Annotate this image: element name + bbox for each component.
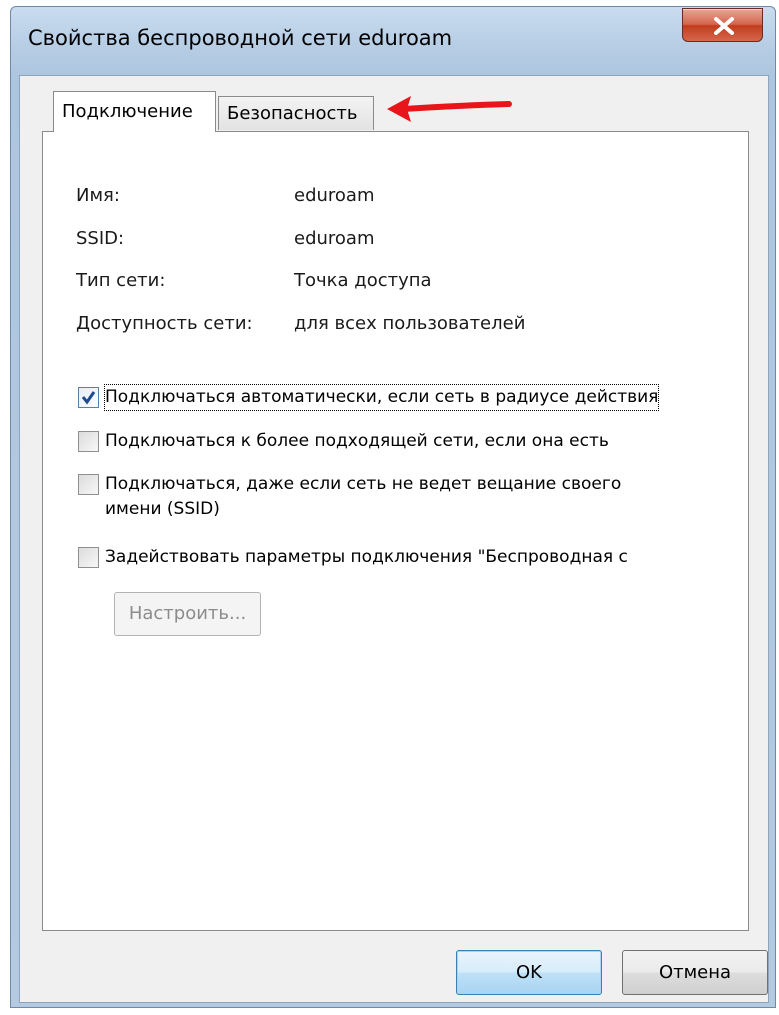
dialog-window: Свойства беспроводной сети eduroam Подкл… <box>10 6 776 1008</box>
info-label: Доступность сети: <box>76 313 253 334</box>
auto-connect-label[interactable]: Подключаться автоматически, если сеть в … <box>103 384 660 411</box>
checkmark-icon <box>81 391 96 405</box>
close-button[interactable] <box>682 8 763 42</box>
auto-connect-checkbox[interactable] <box>78 387 99 408</box>
red-arrow-annotation-icon <box>387 96 512 122</box>
connect-hidden-checkbox[interactable] <box>78 474 99 495</box>
info-value: Точка доступа <box>294 270 432 291</box>
connect-hidden-label-line1[interactable]: Подключаться, даже если сеть не ведет ве… <box>105 472 621 497</box>
use-connection-params-label[interactable]: Задействовать параметры подключения "Бес… <box>105 545 628 570</box>
connect-hidden-label-line2[interactable]: имени (SSID) <box>105 497 220 522</box>
prefer-better-network-checkbox[interactable] <box>78 431 99 452</box>
cancel-button[interactable]: Отмена <box>622 950 768 995</box>
info-value: eduroam <box>294 228 375 249</box>
tab-security[interactable]: Безопасность <box>218 96 374 130</box>
info-label: Тип сети: <box>76 270 166 291</box>
ok-button[interactable]: OK <box>456 950 602 995</box>
prefer-better-network-label[interactable]: Подключаться к более подходящей сети, ес… <box>105 429 609 454</box>
configure-button[interactable]: Настроить... <box>114 592 261 636</box>
tab-panel-connection: Имя: eduroam SSID: eduroam Тип сети: Точ… <box>42 131 749 931</box>
title-bar[interactable]: Свойства беспроводной сети eduroam <box>11 7 775 73</box>
dialog-client-area: Подключение Безопасность Имя: eduroam SS… <box>19 75 769 1003</box>
tab-connection[interactable]: Подключение <box>53 91 216 132</box>
window-title: Свойства беспроводной сети eduroam <box>28 26 453 50</box>
info-label: SSID: <box>76 228 125 249</box>
info-label: Имя: <box>76 185 120 206</box>
close-icon <box>714 17 734 35</box>
info-value: для всех пользователей <box>294 313 526 334</box>
use-connection-params-checkbox[interactable] <box>78 547 99 568</box>
info-value: eduroam <box>294 185 375 206</box>
